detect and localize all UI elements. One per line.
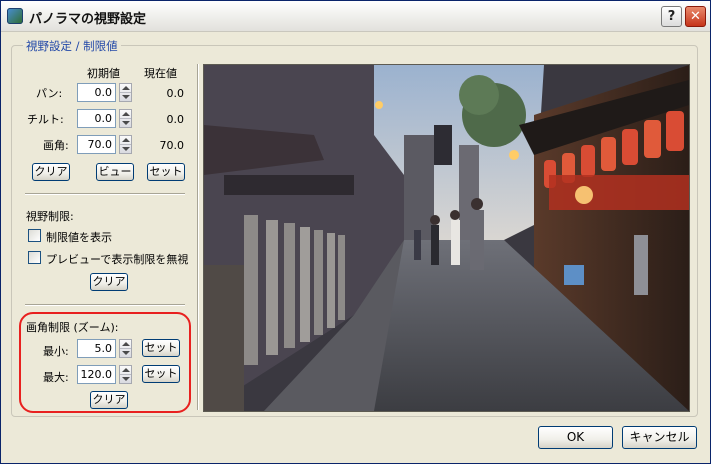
dialog-window: パノラマの視野設定 ? ✕ 視野設定 / 制限値 初期値 現在値 パン: 0.0… [0,0,711,464]
separator [25,193,185,195]
panorama-image [204,65,689,411]
ignore-limits-checkbox[interactable] [28,251,41,264]
window-title: パノラマの視野設定 [29,12,147,27]
spin-up-icon[interactable] [122,112,130,116]
tilt-current-value: 0.0 [166,113,185,126]
tilt-spinner[interactable] [119,109,132,128]
spin-up-icon[interactable] [122,138,130,142]
panorama-preview[interactable] [203,64,690,412]
column-current: 現在値 [144,67,177,80]
pan-spinner[interactable] [119,83,132,102]
ignore-limits-label[interactable]: プレビューで表示制限を無視 [46,251,188,267]
angle-input[interactable]: 70.0 [77,135,116,154]
spin-up-icon[interactable] [122,86,130,90]
vertical-separator [197,64,199,410]
annotation-highlight [19,312,191,413]
group-title: 視野設定 / 制限値 [23,38,121,54]
title-bar[interactable]: パノラマの視野設定 ? ✕ [1,1,710,32]
column-initial: 初期値 [87,67,120,80]
app-icon [7,8,23,24]
close-button[interactable]: ✕ [685,6,706,27]
view-button[interactable]: ビュー [96,163,134,181]
spin-down-icon[interactable] [122,147,130,151]
pan-input[interactable]: 0.0 [77,83,116,102]
angle-spinner[interactable] [119,135,132,154]
cancel-button[interactable]: キャンセル [622,426,697,449]
show-limits-label[interactable]: 制限値を表示 [46,229,112,245]
ok-button[interactable]: OK [538,426,613,449]
spin-down-icon[interactable] [122,95,130,99]
set-view-button[interactable]: セット [147,163,185,181]
angle-current-value: 70.0 [159,139,185,152]
view-limit-title: 視野制限: [26,210,74,223]
clear-limits-button[interactable]: クリア [90,273,128,291]
separator [25,304,185,306]
spin-down-icon[interactable] [122,121,130,125]
tilt-label: チルト: [27,113,64,126]
tilt-input[interactable]: 0.0 [77,109,116,128]
clear-view-button[interactable]: クリア [32,163,70,181]
pan-current-value: 0.0 [166,87,185,100]
help-button[interactable]: ? [661,6,682,27]
angle-label: 画角: [43,139,69,152]
pan-label: パン: [36,87,63,100]
show-limits-checkbox[interactable] [28,229,41,242]
